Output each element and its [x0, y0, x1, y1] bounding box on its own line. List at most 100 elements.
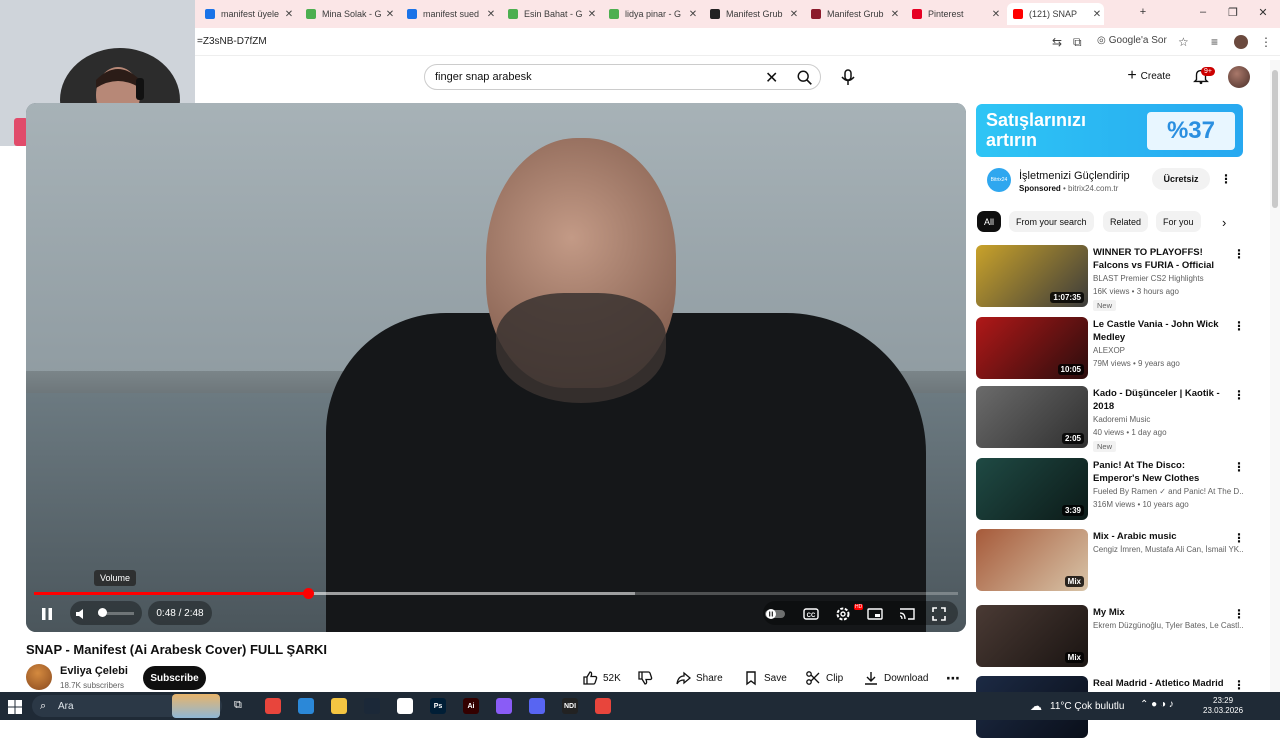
task-view-icon[interactable]: ⧉ [234, 699, 242, 712]
recommendation-menu-icon[interactable]: ⋮ [1233, 248, 1245, 260]
recommendation-thumbnail[interactable]: Mix [976, 529, 1088, 591]
recommendation-thumbnail[interactable]: Mix [976, 605, 1088, 667]
taskbar-app-photoshop-icon[interactable]: Ps [430, 698, 446, 714]
browser-tab[interactable]: (121) SNAP ✕ [1007, 3, 1104, 25]
recommendation-title[interactable]: Panic! At The Disco: Emperor's New Cloth… [1093, 459, 1228, 485]
dislike-button[interactable] [637, 666, 653, 690]
subtitles-button[interactable]: CC [800, 603, 822, 625]
taskbar-app-notes-icon[interactable] [397, 698, 413, 714]
browser-tab[interactable]: Manifest Grub ✕ [805, 3, 902, 25]
bookmark-star-icon[interactable]: ☆ [1178, 35, 1189, 49]
taskbar-app-store-icon[interactable] [298, 698, 314, 714]
profile-avatar[interactable] [1234, 35, 1248, 49]
clip-button[interactable]: Clip [805, 666, 843, 690]
taskbar-clock[interactable]: 23:29 23.03.2026 [1203, 696, 1243, 716]
tray-icons[interactable]: ⌃ ● ◑ ♪ [1140, 699, 1174, 710]
recommendation-title[interactable]: WINNER TO PLAYOFFS! Falcons vs FURIA - O… [1093, 246, 1228, 272]
tab-close-icon[interactable]: ✕ [585, 9, 599, 20]
ad-banner-image[interactable]: Satışlarınızı artırın %37 [976, 104, 1243, 157]
recommendation-menu-icon[interactable]: ⋮ [1233, 608, 1245, 620]
progress-scrubber[interactable] [302, 588, 314, 599]
recommendation-channel[interactable]: Cengiz İmren, Mustafa Ali Can, İsmail YK… [1093, 545, 1243, 554]
account-avatar[interactable] [1228, 66, 1250, 88]
close-window-button[interactable]: ✕ [1253, 6, 1273, 19]
search-input[interactable]: finger snap arabesk [435, 71, 532, 83]
cast-button[interactable] [896, 603, 918, 625]
channel-name[interactable]: Evliya Çelebi [60, 665, 128, 677]
page-scrollbar-thumb[interactable] [1272, 70, 1278, 208]
pause-button[interactable] [36, 603, 58, 625]
browser-tab[interactable]: lidya pinar - G ✕ [603, 3, 700, 25]
translate-icon[interactable]: ⇆ [1052, 35, 1062, 49]
weather-text[interactable]: 11°C Çok bulutlu [1050, 701, 1124, 712]
search-icon[interactable] [795, 69, 815, 87]
miniplayer-button[interactable] [864, 603, 886, 625]
ad-title[interactable]: İşletmenizi Güçlendirip [1019, 170, 1130, 182]
windows-start-icon[interactable] [8, 700, 22, 714]
recommendation-channel[interactable]: Fueled By Ramen ✓ and Panic! At The D... [1093, 487, 1243, 496]
recommendation-channel[interactable]: BLAST Premier CS2 Highlights [1093, 274, 1243, 283]
recommendation-title[interactable]: My Mix [1093, 606, 1228, 619]
taskbar-app-ndi-icon[interactable]: NDI [562, 698, 578, 714]
browser-tab[interactable]: Esin Bahat - G ✕ [502, 3, 599, 25]
maximize-button[interactable]: ❐ [1223, 6, 1243, 19]
settings-button[interactable] [832, 603, 854, 625]
tab-close-icon[interactable]: ✕ [989, 9, 1003, 20]
fullscreen-button[interactable] [928, 603, 950, 625]
mute-button[interactable] [70, 603, 92, 625]
taskbar-app-chrome-icon[interactable] [265, 698, 281, 714]
create-button[interactable]: + Create [1118, 64, 1180, 88]
share-button[interactable]: Share [675, 666, 723, 690]
browser-tab[interactable]: manifest üyele ✕ [199, 3, 296, 25]
channel-avatar[interactable] [26, 664, 52, 690]
recommendation-menu-icon[interactable]: ⋮ [1233, 461, 1245, 473]
taskbar-app-chrome-2-icon[interactable] [595, 698, 611, 714]
taskbar-app-discord-icon[interactable] [529, 698, 545, 714]
minimize-button[interactable]: – [1193, 6, 1213, 18]
like-button[interactable]: 52K [582, 666, 621, 690]
new-tab-button[interactable]: + [1133, 6, 1153, 18]
tab-close-icon[interactable]: ✕ [282, 9, 296, 20]
recommendation-thumbnail[interactable]: 10:05 [976, 317, 1088, 379]
recommendation-menu-icon[interactable]: ⋮ [1233, 679, 1245, 691]
video-player[interactable]: Volume 0:48 / 2:48 CC HD [26, 103, 966, 632]
recommendation-title[interactable]: Real Madrid - Atletico Madrid [1093, 677, 1228, 690]
chips-next-chevron-icon[interactable]: › [1222, 215, 1226, 230]
browser-tab[interactable]: Manifest Grub ✕ [704, 3, 801, 25]
recommendation-channel[interactable]: ALEXOP [1093, 346, 1243, 355]
taskbar-app-illustrator-icon[interactable]: Ai [463, 698, 479, 714]
download-button[interactable]: Download [863, 666, 928, 690]
taskbar-app-explorer-icon[interactable] [331, 698, 347, 714]
recommendation-thumbnail[interactable]: 3:39 [976, 458, 1088, 520]
url-text[interactable]: =Z3sNB-D7fZM [197, 36, 267, 47]
filter-chip[interactable]: Related [1103, 211, 1149, 232]
microphone-icon[interactable] [838, 67, 858, 87]
tab-close-icon[interactable]: ✕ [383, 9, 397, 20]
clear-search-icon[interactable]: ✕ [765, 68, 778, 88]
cast-tab-icon[interactable]: ⧉ [1073, 35, 1082, 50]
subscribe-button[interactable]: Subscribe [143, 666, 206, 690]
save-button[interactable]: Save [743, 666, 787, 690]
ad-cta-button[interactable]: Ücretsiz [1152, 168, 1210, 190]
filter-chip[interactable]: All [977, 211, 1002, 232]
tab-close-icon[interactable]: ✕ [1090, 9, 1104, 20]
ad-menu-icon[interactable]: ⋮ [1220, 173, 1232, 185]
browser-tab[interactable]: Mina Solak - G ✕ [300, 3, 397, 25]
volume-slider-knob[interactable] [97, 608, 107, 617]
taskbar-app-figma-icon[interactable] [496, 698, 512, 714]
recommendation-title[interactable]: Kado - Düşünceler | Kaotik - 2018 [1093, 387, 1228, 413]
tab-close-icon[interactable]: ✕ [888, 9, 902, 20]
tab-close-icon[interactable]: ✕ [787, 9, 801, 20]
recommendation-thumbnail[interactable]: 1:07:35 [976, 245, 1088, 307]
taskbar-app-steam-icon[interactable] [364, 698, 380, 714]
recommendation-thumbnail[interactable]: 2:05 [976, 386, 1088, 448]
filter-chip[interactable]: From your search [1009, 211, 1094, 232]
google-ask-button[interactable]: ◎ Google'a Sor [1097, 35, 1167, 46]
browser-menu-icon[interactable]: ⋮ [1260, 35, 1272, 49]
reading-list-icon[interactable]: ≡ [1211, 35, 1218, 49]
search-box[interactable]: finger snap arabesk ✕ [424, 64, 821, 90]
tab-close-icon[interactable]: ✕ [484, 9, 498, 20]
browser-tab[interactable]: Pinterest ✕ [906, 3, 1003, 25]
filter-chip[interactable]: For you [1156, 211, 1201, 232]
tab-close-icon[interactable]: ✕ [686, 9, 700, 20]
